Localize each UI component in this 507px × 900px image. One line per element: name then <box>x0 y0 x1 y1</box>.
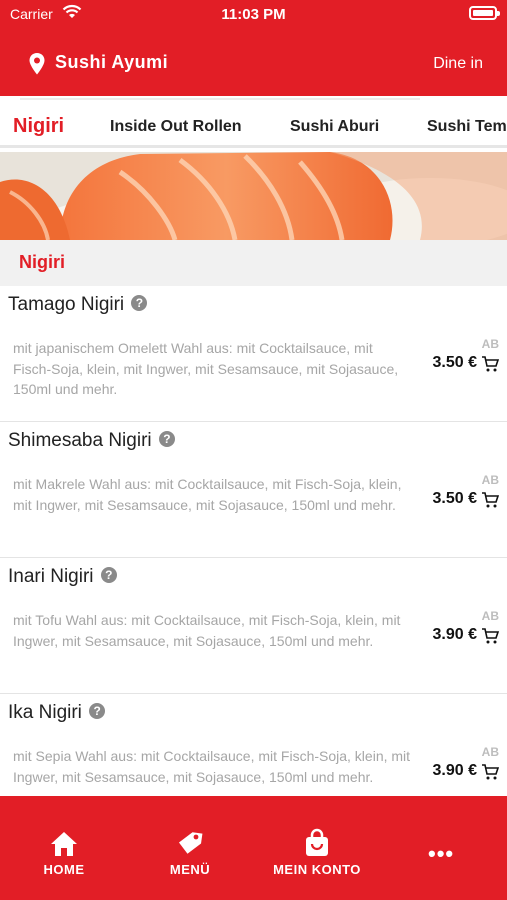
tab-sushi-tempura[interactable]: Sushi Tem <box>427 118 507 136</box>
item-name: Ika Nigiri <box>8 702 82 723</box>
category-tabs: Nigiri Inside Out Rollen Sushi Aburi Sus… <box>0 96 507 148</box>
scroll-shadow <box>20 98 420 100</box>
item-price: 3.50 € <box>432 490 477 507</box>
item-description: mit Tofu Wahl aus: mit Cocktailsauce, mi… <box>13 612 401 649</box>
info-icon[interactable]: ? <box>89 703 106 719</box>
map-pin-icon[interactable] <box>28 52 46 76</box>
item-price: 3.90 € <box>432 762 477 779</box>
item-name-row: Ika Nigiri ? <box>8 702 106 724</box>
info-icon[interactable]: ? <box>131 295 148 311</box>
section-header: Nigiri <box>0 240 507 286</box>
dine-in-toggle[interactable]: Dine in <box>433 55 483 73</box>
item-name-row: Shimesaba Nigiri ? <box>8 430 175 452</box>
nav-home[interactable]: HOME <box>9 826 119 877</box>
section-title: Nigiri <box>19 252 66 272</box>
item-price: 3.50 € <box>432 354 477 371</box>
nav-menu[interactable]: MENÜ <box>135 826 245 877</box>
nav-account[interactable]: MEIN KONTO <box>262 826 372 877</box>
status-time: 11:03 PM <box>221 6 286 23</box>
item-name: Tamago Nigiri <box>8 294 125 315</box>
item-name: Inari Nigiri <box>8 566 94 587</box>
tab-sushi-aburi[interactable]: Sushi Aburi <box>290 118 379 136</box>
nav-home-label: HOME <box>43 862 85 877</box>
info-icon[interactable]: ? <box>100 567 117 583</box>
home-icon <box>51 832 77 856</box>
price-prefix: AB <box>481 609 499 623</box>
menu-item[interactable]: Tamago Nigiri ? mit japanischem Omelett … <box>0 286 507 422</box>
battery-icon <box>469 6 500 20</box>
shopping-bag-icon <box>306 828 328 856</box>
tag-icon <box>178 832 203 854</box>
nav-menu-icon-wrap <box>135 826 245 858</box>
menu-item[interactable]: Ika Nigiri ? mit Sepia Wahl aus: mit Coc… <box>0 694 507 796</box>
more-menu-icon[interactable]: ••• <box>428 841 454 867</box>
item-name-row: Inari Nigiri ? <box>8 566 117 588</box>
nav-home-icon-wrap <box>9 826 119 858</box>
price-prefix: AB <box>481 473 499 487</box>
status-bar: Carrier 11:03 PM <box>0 0 507 28</box>
item-name-row: Tamago Nigiri ? <box>8 294 148 316</box>
app-header: Carrier 11:03 PM Sushi Ayumi Dine in <box>0 0 507 96</box>
nav-account-label: MEIN KONTO <box>273 862 361 877</box>
header-bar: Sushi Ayumi Dine in <box>0 40 507 88</box>
nav-account-icon-wrap <box>262 826 372 858</box>
item-description: mit japanischem Omelett Wahl aus: mit Co… <box>13 340 399 397</box>
item-price: 3.90 € <box>432 626 477 643</box>
cart-icon[interactable] <box>481 627 499 645</box>
tab-inside-out-rollen[interactable]: Inside Out Rollen <box>110 118 242 136</box>
price-prefix: AB <box>481 337 499 351</box>
price-prefix: AB <box>481 745 499 759</box>
category-hero-image <box>0 152 507 240</box>
menu-item[interactable]: Inari Nigiri ? mit Tofu Wahl aus: mit Co… <box>0 558 507 694</box>
cart-icon[interactable] <box>481 763 499 781</box>
cart-icon[interactable] <box>481 491 499 509</box>
item-description: mit Sepia Wahl aus: mit Cocktailsauce, m… <box>13 748 411 785</box>
tab-nigiri[interactable]: Nigiri <box>13 115 64 138</box>
item-name: Shimesaba Nigiri <box>8 430 152 451</box>
bottom-nav: HOME MENÜ MEIN KONTO ••• <box>0 796 507 900</box>
menu-item[interactable]: Shimesaba Nigiri ? mit Makrele Wahl aus:… <box>0 422 507 558</box>
menu-item-list: Tamago Nigiri ? mit japanischem Omelett … <box>0 286 507 796</box>
nav-menu-label: MENÜ <box>169 862 211 877</box>
restaurant-name[interactable]: Sushi Ayumi <box>55 52 168 73</box>
info-icon[interactable]: ? <box>158 431 175 447</box>
item-description: mit Makrele Wahl aus: mit Cocktailsauce,… <box>13 476 402 513</box>
cart-icon[interactable] <box>481 355 499 373</box>
